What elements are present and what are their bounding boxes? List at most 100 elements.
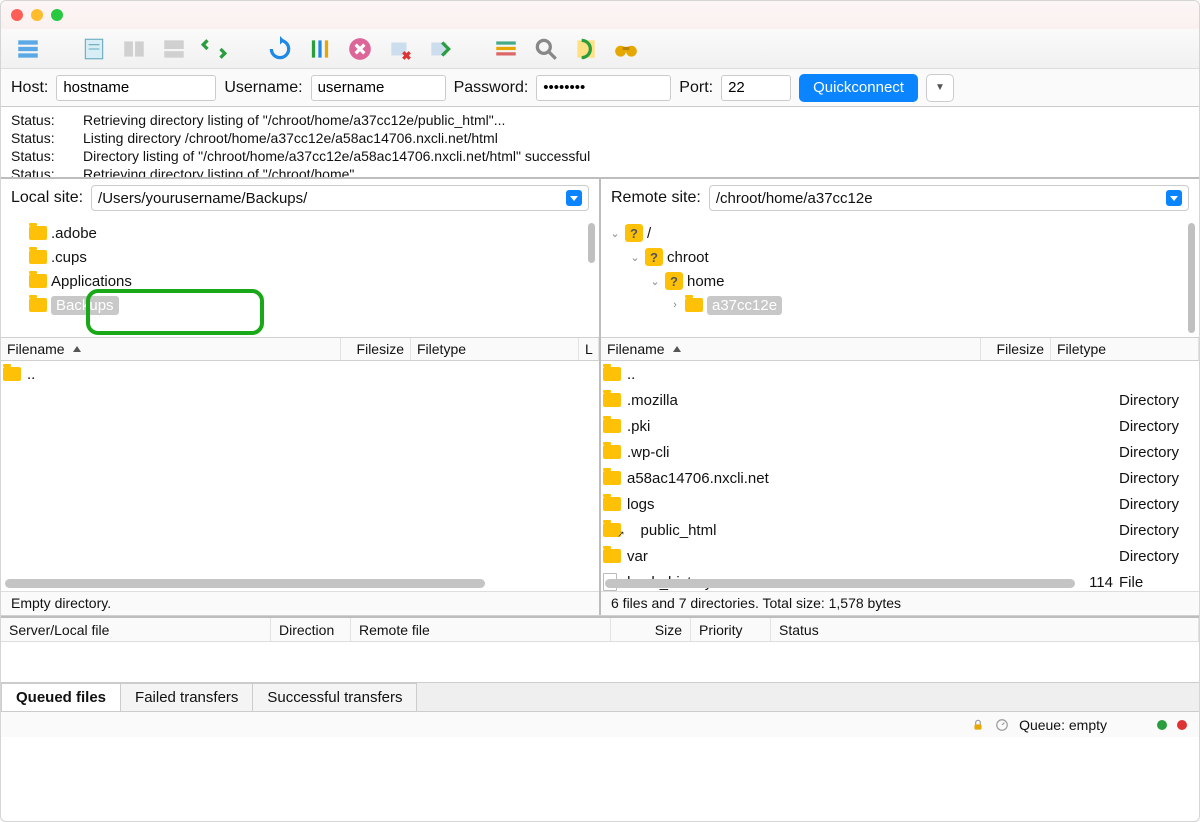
col-remote[interactable]: Remote file: [351, 618, 611, 641]
list-item[interactable]: varDirectory: [601, 543, 1199, 569]
col-lastmod[interactable]: L: [579, 338, 599, 360]
tree-item[interactable]: ⌄?home: [609, 269, 1191, 293]
reconnect-icon[interactable]: [423, 34, 457, 64]
col-status[interactable]: Status: [771, 618, 1199, 641]
host-label: Host:: [11, 79, 48, 97]
tree-item[interactable]: ⌄?chroot: [609, 245, 1191, 269]
list-item[interactable]: a58ac14706.nxcli.netDirectory: [601, 465, 1199, 491]
queue-body[interactable]: [1, 642, 1199, 682]
tree-item[interactable]: .adobe: [9, 221, 591, 245]
folder-icon: [29, 226, 47, 240]
remote-tree[interactable]: ⌄?/ ⌄?chroot ⌄?home ›a37cc12e: [601, 217, 1199, 337]
local-tree[interactable]: .adobe .cups Applications Backups: [1, 217, 599, 337]
titlebar: [1, 1, 1199, 29]
queue-header: Server/Local file Direction Remote file …: [1, 618, 1199, 642]
col-size[interactable]: Size: [611, 618, 691, 641]
chevron-down-icon[interactable]: ⌄: [649, 275, 661, 288]
local-file-list[interactable]: ..: [1, 361, 599, 591]
tab-successful[interactable]: Successful transfers: [252, 683, 417, 711]
remote-status: 6 files and 7 directories. Total size: 1…: [601, 591, 1199, 615]
speed-limit-icon[interactable]: [995, 718, 1009, 732]
folder-icon: [603, 367, 621, 381]
maximize-icon[interactable]: [51, 9, 63, 21]
toggle-tree-icon[interactable]: [117, 34, 151, 64]
col-direction[interactable]: Direction: [271, 618, 351, 641]
remote-path-input[interactable]: /chroot/home/a37cc12e: [709, 185, 1189, 211]
col-filesize[interactable]: Filesize: [981, 338, 1051, 360]
col-priority[interactable]: Priority: [691, 618, 771, 641]
remote-file-header: Filename Filesize Filetype: [601, 337, 1199, 361]
chevron-right-icon[interactable]: ›: [669, 299, 681, 311]
tab-failed[interactable]: Failed transfers: [120, 683, 253, 711]
list-item[interactable]: .wp-cliDirectory: [601, 439, 1199, 465]
password-input[interactable]: [536, 75, 671, 101]
tree-item[interactable]: .cups: [9, 245, 591, 269]
queue-tabs: Queued files Failed transfers Successful…: [1, 682, 1199, 711]
chevron-down-icon[interactable]: [566, 190, 582, 206]
tree-item[interactable]: ›a37cc12e: [609, 293, 1191, 317]
tree-item[interactable]: Applications: [9, 269, 591, 293]
username-input[interactable]: [311, 75, 446, 101]
process-queue-icon[interactable]: [303, 34, 337, 64]
folder-icon: [603, 445, 621, 459]
unknown-folder-icon: ?: [625, 224, 643, 242]
col-filetype[interactable]: Filetype: [411, 338, 579, 360]
folder-icon: [3, 367, 21, 381]
scrollbar[interactable]: [1188, 223, 1195, 333]
remote-file-list[interactable]: ...mozillaDirectory.pkiDirectory.wp-cliD…: [601, 361, 1199, 591]
chevron-down-icon[interactable]: [1166, 190, 1182, 206]
folder-icon: [603, 393, 621, 407]
app-window: Host: Username: Password: Port: Quickcon…: [0, 0, 1200, 822]
status-dot-green: [1157, 720, 1167, 730]
list-item[interactable]: .pkiDirectory: [601, 413, 1199, 439]
port-input[interactable]: [721, 75, 791, 101]
quickconnect-dropdown[interactable]: ▼: [926, 74, 954, 102]
lock-icon[interactable]: [971, 718, 985, 732]
scrollbar[interactable]: [588, 223, 595, 263]
scrollbar[interactable]: [5, 579, 485, 588]
log-row: Status:Retrieving directory listing of "…: [11, 165, 1189, 179]
tab-queued[interactable]: Queued files: [1, 683, 121, 711]
col-filename[interactable]: Filename: [601, 338, 981, 360]
chevron-down-icon[interactable]: ⌄: [609, 227, 621, 240]
compare-icon[interactable]: [569, 34, 603, 64]
list-item[interactable]: ..: [1, 361, 599, 387]
search-icon[interactable]: [529, 34, 563, 64]
binoculars-icon[interactable]: [609, 34, 643, 64]
tree-item-backups[interactable]: Backups: [9, 293, 591, 317]
col-server[interactable]: Server/Local file: [1, 618, 271, 641]
minimize-icon[interactable]: [31, 9, 43, 21]
refresh-icon[interactable]: [263, 34, 297, 64]
folder-icon: [29, 274, 47, 288]
list-item[interactable]: ..: [601, 361, 1199, 387]
unknown-folder-icon: ?: [645, 248, 663, 266]
local-status: Empty directory.: [1, 591, 599, 615]
list-item[interactable]: .mozillaDirectory: [601, 387, 1199, 413]
local-path-input[interactable]: /Users/yourusername/Backups/: [91, 185, 589, 211]
folder-icon: [29, 298, 47, 312]
tree-item[interactable]: ⌄?/: [609, 221, 1191, 245]
transfer-queue: Server/Local file Direction Remote file …: [1, 616, 1199, 682]
toggle-log-icon[interactable]: [77, 34, 111, 64]
chevron-down-icon[interactable]: ⌄: [629, 251, 641, 264]
col-filesize[interactable]: Filesize: [341, 338, 411, 360]
close-icon[interactable]: [11, 9, 23, 21]
col-filename[interactable]: Filename: [1, 338, 341, 360]
toggle-queue-icon[interactable]: [157, 34, 191, 64]
log-row: Status:Listing directory /chroot/home/a3…: [11, 129, 1189, 147]
list-item[interactable]: logsDirectory: [601, 491, 1199, 517]
message-log[interactable]: Status:Retrieving directory listing of "…: [1, 107, 1199, 179]
sync-browse-icon[interactable]: [197, 34, 231, 64]
disconnect-icon[interactable]: [383, 34, 417, 64]
col-filetype[interactable]: Filetype: [1051, 338, 1199, 360]
host-input[interactable]: [56, 75, 216, 101]
cancel-icon[interactable]: [343, 34, 377, 64]
local-pane: Local site: /Users/yourusername/Backups/…: [1, 179, 601, 615]
site-manager-icon[interactable]: [11, 34, 45, 64]
filter-icon[interactable]: [489, 34, 523, 64]
quickconnect-button[interactable]: Quickconnect: [799, 74, 918, 102]
local-site-label: Local site:: [11, 189, 83, 207]
folder-icon: [603, 549, 621, 563]
scrollbar[interactable]: [605, 579, 1075, 588]
list-item[interactable]: ↗public_htmlDirectory: [601, 517, 1199, 543]
